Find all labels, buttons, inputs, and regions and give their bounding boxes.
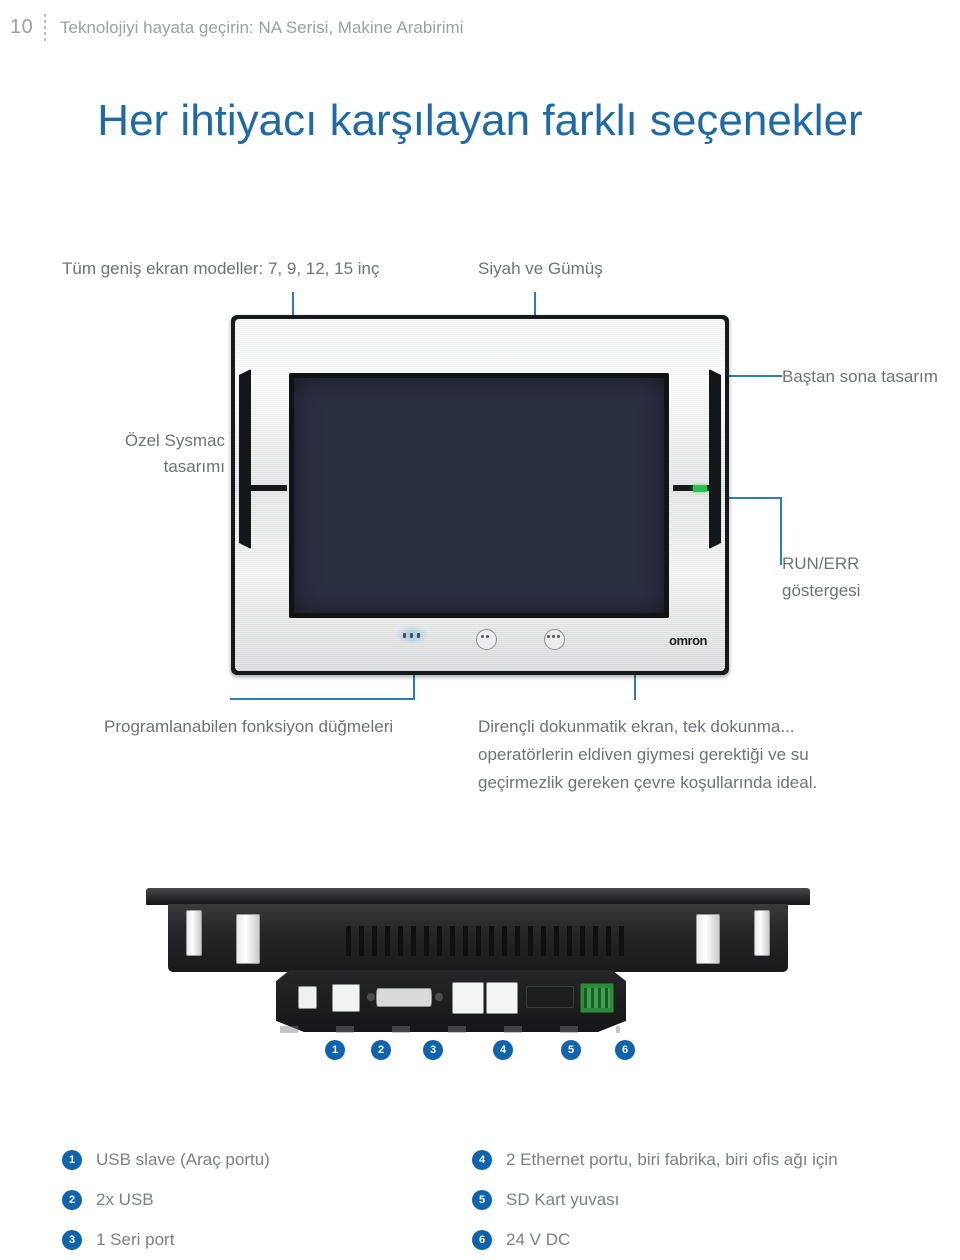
hmi-touchscreen-display <box>289 373 669 618</box>
function-button-leds <box>403 633 420 638</box>
legend-item-4: 4 2 Ethernet portu, biri fabrika, biri o… <box>472 1140 922 1180</box>
callout-function-buttons-label: Programlanabilen fonksiyon düğmeleri <box>104 717 394 736</box>
port-legend-right-column: 4 2 Ethernet portu, biri fabrika, biri o… <box>472 1140 922 1260</box>
brochure-page: 10 Teknolojiyi hayata geçirin: NA Serisi… <box>0 0 960 1253</box>
function-led-3 <box>417 633 420 638</box>
port-marker-1: 1 <box>325 1040 345 1060</box>
page-number: 10 <box>10 16 34 38</box>
port-marker-5: 5 <box>561 1040 581 1060</box>
function-led-1 <box>403 633 406 638</box>
hmi-rear-view-image <box>128 888 828 1036</box>
legend-label-1: USB slave (Araç portu) <box>96 1150 270 1169</box>
rear-housing <box>168 904 788 972</box>
power-connector-24vdc <box>580 983 614 1013</box>
legend-item-5: 5 SD Kart yuvası <box>472 1180 922 1220</box>
legend-label-6: 24 V DC <box>506 1230 571 1249</box>
front-button-three-dots <box>544 629 565 650</box>
breadcrumb: Teknolojiyi hayata geçirin: NA Serisi, M… <box>60 18 464 37</box>
mounting-bracket-1 <box>186 910 202 956</box>
port-marker-4: 4 <box>493 1040 513 1060</box>
usb-slave-port <box>298 986 317 1009</box>
rear-top-flange <box>146 888 810 905</box>
serial-screw-left <box>366 992 376 1002</box>
run-err-led-indicator <box>693 485 707 492</box>
legend-item-2: 2 2x USB <box>62 1180 462 1220</box>
mounting-bracket-4 <box>754 910 770 956</box>
port-marker-3: 3 <box>423 1040 443 1060</box>
legend-label-3: 1 Seri port <box>96 1230 175 1249</box>
hmi-front-view-image: omron <box>231 315 729 675</box>
ventilation-slots <box>346 926 626 956</box>
leader-line-run-err-vertical <box>780 497 782 565</box>
callout-colors-label: Siyah ve Gümüş <box>478 259 603 278</box>
page-title: Her ihtiyacı karşılayan farklı seçenekle… <box>97 96 863 145</box>
legend-badge-1: 1 <box>62 1150 82 1170</box>
header-divider <box>44 14 46 42</box>
port-marker-6: 6 <box>615 1040 635 1060</box>
mounting-bracket-2 <box>236 914 260 964</box>
leader-line-function-buttons-horizontal <box>230 698 415 700</box>
callout-touchscreen-label: Dirençli dokunmatik ekran, tek dokunma..… <box>478 717 818 792</box>
front-button-three-dots-icon <box>547 635 560 638</box>
callout-end-to-end-label: Baştan sona tasarım <box>782 367 938 386</box>
sd-card-slot <box>526 986 574 1008</box>
legend-item-6: 6 24 V DC <box>472 1220 922 1260</box>
legend-item-1: 1 USB slave (Araç portu) <box>62 1140 462 1180</box>
legend-badge-2: 2 <box>62 1190 82 1210</box>
legend-label-5: SD Kart yuvası <box>506 1190 620 1209</box>
bezel-seam-left <box>239 485 287 491</box>
callout-sysmac-label: Özel Sysmac tasarımı <box>124 431 225 476</box>
legend-label-2: 2x USB <box>96 1190 154 1209</box>
serial-screw-right <box>434 992 444 1002</box>
legend-badge-4: 4 <box>472 1150 492 1170</box>
legend-label-4: 2 Ethernet portu, biri fabrika, biri ofi… <box>506 1150 838 1169</box>
legend-badge-5: 5 <box>472 1190 492 1210</box>
front-button-two-dots-icon <box>481 635 489 638</box>
leader-line-end-to-end <box>724 375 782 377</box>
legend-badge-6: 6 <box>472 1230 492 1250</box>
front-button-two-dots <box>476 629 497 650</box>
leader-line-run-err-horizontal <box>724 497 782 499</box>
mounting-bracket-3 <box>696 914 720 964</box>
usb-host-ports <box>332 984 360 1012</box>
ethernet-port-2 <box>486 982 518 1014</box>
rear-connector-panel <box>276 970 626 1032</box>
legend-item-3: 3 1 Seri port <box>62 1220 462 1260</box>
function-led-2 <box>410 633 413 638</box>
page-header: 10 Teknolojiyi hayata geçirin: NA Serisi… <box>0 10 960 44</box>
serial-port <box>376 988 432 1007</box>
front-button-strip: omron <box>231 615 729 671</box>
rear-port-silkscreen <box>280 1026 620 1033</box>
port-marker-2: 2 <box>371 1040 391 1060</box>
omron-logo: omron <box>669 633 707 648</box>
rear-port-callouts: 1 2 3 4 5 6 <box>0 1040 960 1066</box>
callout-run-err-label: RUN/ERR göstergesi <box>782 554 861 600</box>
ethernet-port-1 <box>452 982 484 1014</box>
bezel-rail-left <box>239 369 251 549</box>
bezel-rail-right <box>709 369 721 549</box>
port-legend-left-column: 1 USB slave (Araç portu) 2 2x USB 3 1 Se… <box>62 1140 462 1260</box>
callout-models-label: Tüm geniş ekran modeller: 7, 9, 12, 15 i… <box>62 259 380 278</box>
legend-badge-3: 3 <box>62 1230 82 1250</box>
